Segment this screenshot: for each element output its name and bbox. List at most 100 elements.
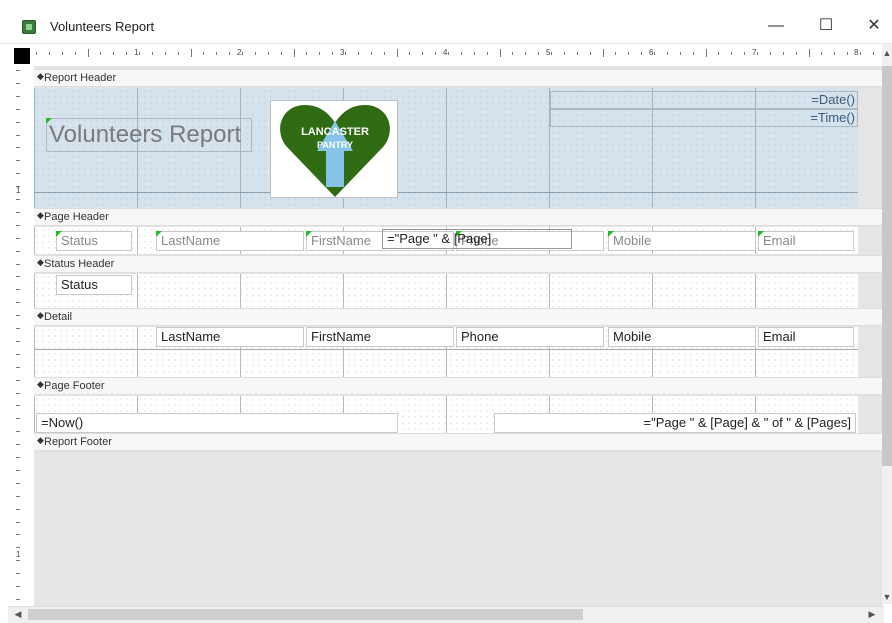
pantry-logo-image[interactable]: LANCASTER PANTRY — [270, 100, 398, 198]
ruler-tick — [615, 52, 617, 55]
ruler-number: 5 — [546, 48, 551, 57]
ruler-tick — [422, 52, 424, 55]
vertical-scrollbar-thumb[interactable] — [882, 66, 892, 466]
ruler-tick — [16, 340, 20, 342]
section-bar-page-footer[interactable]: ◆ Page Footer — [34, 377, 882, 395]
ruler-tick — [16, 250, 20, 252]
ruler-tick — [435, 52, 437, 55]
ruler-tick — [16, 379, 20, 381]
status-header-section[interactable]: Status — [34, 274, 858, 308]
ruler-tick — [448, 52, 449, 55]
select-report-button[interactable] — [14, 48, 30, 64]
section-bar-page-header[interactable]: ◆ Page Header — [34, 208, 882, 226]
vertical-ruler[interactable]: 1 1 — [10, 66, 32, 606]
ruler-tick — [460, 52, 462, 55]
close-button[interactable]: ✕ — [862, 14, 886, 38]
scroll-down-arrow-icon[interactable]: ▼ — [882, 592, 892, 602]
maximize-button[interactable]: ☐ — [814, 14, 838, 38]
section-marker: ◆ — [37, 257, 44, 267]
ruler-tick — [16, 121, 20, 123]
ruler-tick — [589, 52, 591, 55]
minimize-button[interactable]: — — [764, 14, 788, 38]
ruler-tick — [860, 52, 861, 55]
section-marker: ◆ — [37, 435, 44, 445]
section-label: Report Footer — [44, 436, 112, 448]
email-textbox[interactable]: Email — [758, 327, 854, 347]
firstname-textbox[interactable]: FirstName — [306, 327, 454, 347]
ruler-tick — [473, 52, 475, 55]
section-bar-status-header[interactable]: ◆ Status Header — [34, 255, 882, 273]
lastname-label[interactable]: LastName — [156, 231, 304, 251]
status-label[interactable]: Status — [56, 231, 132, 251]
mobile-label[interactable]: Mobile — [608, 231, 756, 251]
ruler-tick — [16, 366, 20, 368]
scroll-left-arrow-icon[interactable]: ◀ — [12, 609, 24, 620]
ruler-tick — [628, 52, 630, 55]
ruler-tick — [16, 315, 20, 317]
title-bar: Volunteers Report — ☐ ✕ — [0, 0, 892, 44]
section-bar-report-footer[interactable]: ◆ Report Footer — [34, 433, 882, 451]
page-number-textbox[interactable]: ="Page " & [Page] — [382, 229, 572, 249]
section-bar-report-header[interactable]: ◆ Report Header — [34, 69, 882, 87]
report-header-section[interactable]: Volunteers Report LANCASTER PANTRY =Date… — [34, 88, 858, 208]
page-header-section[interactable]: Status LastName FirstName Phone ="Page "… — [34, 227, 858, 254]
ruler-tick — [563, 52, 565, 55]
date-textbox[interactable]: =Date() — [550, 91, 858, 109]
ruler-tick — [16, 147, 20, 149]
ruler-tick — [16, 108, 20, 110]
ruler-tick — [16, 70, 20, 71]
email-label[interactable]: Email — [758, 231, 854, 251]
page-of-pages-textbox[interactable]: ="Page " & [Page] & " of " & [Pages] — [494, 413, 856, 433]
ruler-tick — [666, 52, 668, 55]
scroll-up-arrow-icon[interactable]: ▲ — [882, 48, 892, 58]
ruler-tick — [16, 469, 20, 471]
section-bar-detail[interactable]: ◆ Detail — [34, 308, 882, 326]
horizontal-scrollbar-thumb[interactable] — [28, 609, 583, 620]
ruler-tick — [538, 52, 540, 55]
time-textbox[interactable]: =Time() — [550, 109, 858, 127]
ruler-tick — [654, 52, 655, 55]
grid-line — [34, 192, 858, 193]
status-textbox[interactable]: Status — [56, 275, 132, 295]
ruler-tick — [731, 52, 733, 55]
ruler-tick — [499, 49, 501, 57]
now-textbox[interactable]: =Now() — [36, 413, 398, 433]
ruler-number: 1 — [134, 48, 139, 57]
ruler-tick — [16, 495, 20, 497]
ruler-tick — [87, 49, 89, 57]
ruler-tick — [280, 52, 282, 55]
grid-line — [34, 349, 858, 350]
horizontal-ruler[interactable]: 1 2 3 4 5 6 7 8 — [34, 44, 887, 64]
ruler-tick — [242, 52, 243, 55]
ruler-tick — [821, 52, 823, 55]
access-report-icon — [22, 20, 36, 34]
detail-section[interactable]: LastName FirstName Phone Mobile Email — [34, 327, 858, 377]
ruler-tick — [16, 586, 20, 587]
ruler-tick — [16, 237, 20, 239]
control-marker — [758, 231, 764, 237]
ruler-tick — [396, 49, 398, 57]
ruler-tick — [16, 82, 20, 84]
report-title-label[interactable]: Volunteers Report — [46, 118, 252, 152]
ruler-number: 1 — [16, 186, 21, 195]
ruler-tick — [383, 52, 385, 55]
page-footer-section[interactable]: =Now() ="Page " & [Page] & " of " & [Pag… — [34, 396, 858, 433]
report-design-surface[interactable]: ◆ Report Header Volunteers Report LANCAS… — [34, 66, 882, 606]
ruler-tick — [16, 134, 20, 136]
ruler-tick — [16, 263, 20, 265]
ruler-tick — [602, 49, 604, 57]
ruler-tick — [16, 573, 20, 575]
ruler-tick — [847, 52, 849, 55]
ruler-tick — [16, 560, 20, 562]
phone-textbox[interactable]: Phone — [456, 327, 604, 347]
ruler-tick — [16, 392, 20, 394]
logo-text-line2: PANTRY — [317, 140, 353, 150]
ruler-tick — [16, 457, 20, 458]
ruler-tick — [139, 52, 140, 55]
lastname-textbox[interactable]: LastName — [156, 327, 304, 347]
ruler-tick — [100, 52, 102, 55]
mobile-textbox[interactable]: Mobile — [608, 327, 756, 347]
ruler-tick — [551, 52, 552, 55]
ruler-tick — [769, 52, 771, 55]
scroll-right-arrow-icon[interactable]: ▶ — [866, 609, 878, 620]
